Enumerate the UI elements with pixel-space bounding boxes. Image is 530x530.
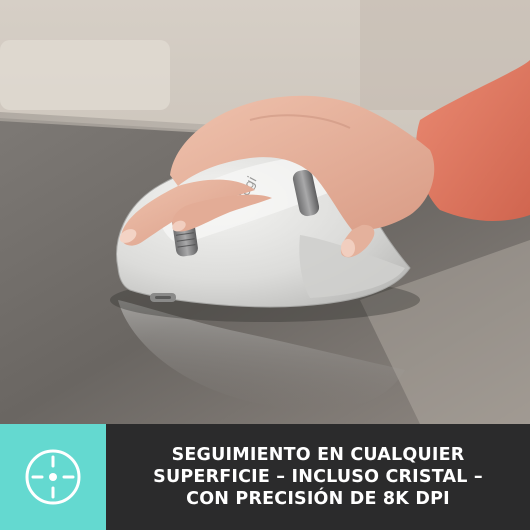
feature-badge (0, 424, 106, 530)
feature-caption: SEGUIMIENTO EN CUALQUIER SUPERFICIE – IN… (106, 424, 530, 530)
caption-line-2: SUPERFICIE – INCLUSO CRISTAL – (153, 467, 483, 487)
blurred-shelf (0, 40, 170, 110)
caption-line-3: CON PRECISIÓN DE 8K DPI (186, 489, 450, 509)
tracking-crosshair-icon (25, 449, 81, 505)
feature-banner: SEGUIMIENTO EN CUALQUIER SUPERFICIE – IN… (0, 424, 530, 530)
fingernail (341, 239, 355, 257)
caption-line-1: SEGUIMIENTO EN CUALQUIER (171, 445, 465, 465)
hand-on-mouse-illustration: logi (0, 0, 530, 424)
product-photo: logi (0, 0, 530, 424)
product-feature-tile: logi (0, 0, 530, 530)
usb-c-port-inner (155, 296, 171, 299)
